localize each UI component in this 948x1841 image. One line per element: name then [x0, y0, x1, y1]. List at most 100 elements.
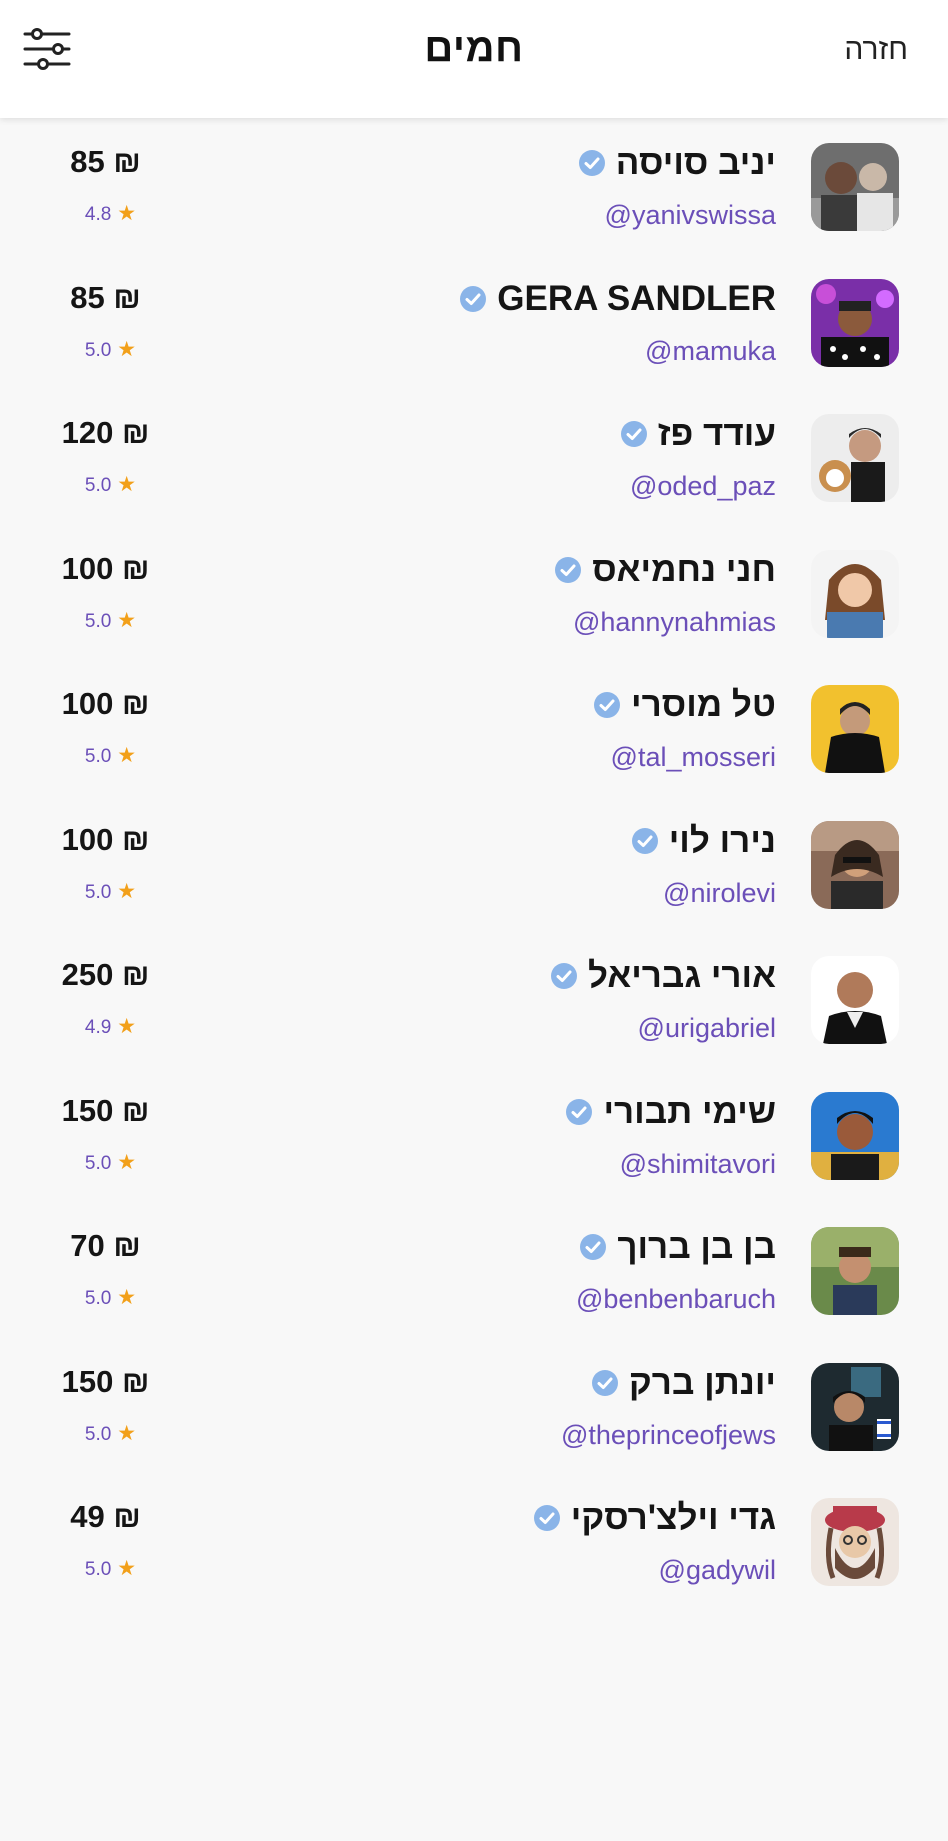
price: 49 ₪ — [70, 1499, 141, 1534]
creator-name[interactable]: חני נחמיאס — [592, 550, 776, 590]
avatar — [811, 685, 899, 773]
rating: 5.0 ★ — [0, 1285, 221, 1310]
creator-handle: @shimitavori — [619, 1148, 776, 1179]
rating: 5.0 ★ — [0, 1421, 221, 1446]
price: 70 ₪ — [70, 1228, 141, 1263]
star-icon: ★ — [117, 337, 137, 361]
name-line: טל מוסרי — [593, 685, 776, 725]
name-line: גדי וילצ'רסקי — [533, 1498, 776, 1538]
verified-badge-icon — [551, 963, 578, 989]
avatar — [811, 956, 899, 1044]
creator-handle: @nirolevi — [663, 877, 776, 908]
verified-badge-icon — [533, 1505, 560, 1531]
star-icon: ★ — [117, 1557, 137, 1580]
name-line: GERA SANDLER — [459, 279, 776, 319]
star-icon: ★ — [117, 1150, 137, 1174]
avatar — [811, 1362, 899, 1451]
list-item[interactable]: גדי וילצ'רסקי @gadywil 49 ₪ 5.0 ★ — [0, 1473, 948, 1609]
rating: 5.0 ★ — [0, 1150, 221, 1175]
star-icon: ★ — [117, 744, 137, 767]
avatar — [811, 820, 899, 909]
creator-name[interactable]: יונתן ברק — [629, 1363, 776, 1403]
price: 85 ₪ — [70, 144, 141, 179]
name-line: יניב סויסה — [578, 143, 776, 183]
creator-name[interactable]: שימי תבורי — [603, 1092, 776, 1132]
creator-name[interactable]: אורי גבריאל — [588, 956, 776, 996]
creators-list: יניב סויסה @yanivswissa 85 ₪ 4.8 ★ GERA S… — [0, 118, 948, 1609]
price: 85 ₪ — [70, 279, 141, 315]
rating: 5.0 ★ — [0, 743, 221, 768]
price: 100 ₪ — [61, 550, 150, 586]
rating: 5.0 ★ — [0, 879, 221, 904]
name-line: חני נחמיאס — [554, 550, 776, 590]
star-icon: ★ — [117, 608, 137, 632]
creator-handle: @theprinceofjews — [560, 1419, 776, 1450]
price: 120 ₪ — [61, 415, 150, 450]
list-item[interactable]: טל מוסרי @tal_mosseri 100 ₪ 5.0 ★ — [0, 660, 948, 796]
list-item[interactable]: שימי תבורי @shimitavori 150 ₪ 5.0 ★ — [0, 1067, 948, 1203]
rating-value: 5.0 — [84, 881, 112, 903]
price: 150 ₪ — [61, 1092, 150, 1128]
avatar — [811, 549, 899, 638]
list-item[interactable]: עודד פז @oded_paz 120 ₪ 5.0 ★ — [0, 389, 948, 525]
rating-value: 5.0 — [84, 746, 112, 767]
creator-handle: @tal_mosseri — [610, 742, 776, 772]
rating-value: 5.0 — [84, 475, 112, 496]
avatar — [811, 414, 899, 502]
creator-name[interactable]: GERA SANDLER — [497, 279, 776, 319]
creator-handle: @mamuka — [645, 335, 776, 366]
name-line: יונתן ברק — [591, 1363, 776, 1403]
avatar — [811, 143, 899, 231]
verified-badge-icon — [460, 285, 487, 312]
list-item[interactable]: יניב סויסה @yanivswissa 85 ₪ 4.8 ★ — [0, 118, 948, 254]
price: 250 ₪ — [61, 957, 150, 992]
rating-value: 5.0 — [84, 1559, 112, 1580]
star-icon: ★ — [117, 202, 137, 225]
rating-value: 5.0 — [84, 610, 112, 632]
list-item[interactable]: אורי גבריאל @urigabriel 250 ₪ 4.9 ★ — [0, 931, 948, 1067]
rating-value: 5.0 — [84, 1288, 112, 1309]
avatar — [811, 278, 899, 367]
back-button[interactable]: חזרה — [844, 33, 908, 67]
rating-value: 5.0 — [84, 339, 112, 361]
avatar — [811, 1227, 899, 1315]
creator-name[interactable]: טל מוסרי — [631, 685, 776, 725]
verified-badge-icon — [566, 1098, 593, 1125]
list-item[interactable]: נירו לוי @nirolevi 100 ₪ 5.0 ★ — [0, 796, 948, 932]
verified-badge-icon — [578, 150, 605, 176]
rating: 4.9 ★ — [0, 1014, 221, 1039]
list-item[interactable]: GERA SANDLER @mamuka 85 ₪ 5.0 ★ — [0, 254, 948, 390]
price: 100 ₪ — [61, 686, 150, 721]
star-icon: ★ — [117, 1286, 137, 1309]
star-icon: ★ — [117, 879, 137, 903]
list-item[interactable]: חני נחמיאס @hannynahmias 100 ₪ 5.0 ★ — [0, 525, 948, 661]
name-line: אורי גבריאל — [550, 956, 776, 996]
rating: 5.0 ★ — [0, 337, 221, 362]
name-line: בן בן ברוך — [579, 1227, 776, 1267]
creator-name[interactable]: גדי וילצ'רסקי — [571, 1498, 776, 1538]
list-item[interactable]: בן בן ברוך @benbenbaruch 70 ₪ 5.0 ★ — [0, 1202, 948, 1338]
creator-name[interactable]: יניב סויסה — [616, 143, 776, 183]
rating-value: 5.0 — [84, 1152, 112, 1174]
app-header: חמים חזרה — [0, 0, 948, 118]
list-item[interactable]: יונתן ברק @theprinceofjews 150 ₪ 5.0 ★ — [0, 1338, 948, 1474]
creator-handle: @oded_paz — [629, 471, 776, 501]
creator-name[interactable]: נירו לוי — [669, 821, 776, 861]
creator-handle: @yanivswissa — [604, 200, 776, 230]
creator-name[interactable]: עודד פז — [658, 414, 776, 454]
avatar — [811, 1091, 899, 1180]
rating: 4.8 ★ — [0, 201, 221, 226]
name-line: עודד פז — [620, 414, 776, 454]
verified-badge-icon — [591, 1369, 618, 1396]
creator-handle: @hannynahmias — [572, 606, 776, 637]
rating-value: 4.9 — [84, 1017, 112, 1038]
creator-handle: @urigabriel — [637, 1013, 776, 1043]
rating-value: 4.8 — [84, 204, 112, 225]
price: 100 ₪ — [61, 821, 150, 857]
creator-name[interactable]: בן בן ברוך — [617, 1227, 776, 1267]
verified-badge-icon — [631, 827, 658, 854]
verified-badge-icon — [594, 692, 621, 718]
verified-badge-icon — [555, 556, 582, 583]
star-icon: ★ — [117, 473, 137, 496]
avatar — [811, 1498, 899, 1586]
